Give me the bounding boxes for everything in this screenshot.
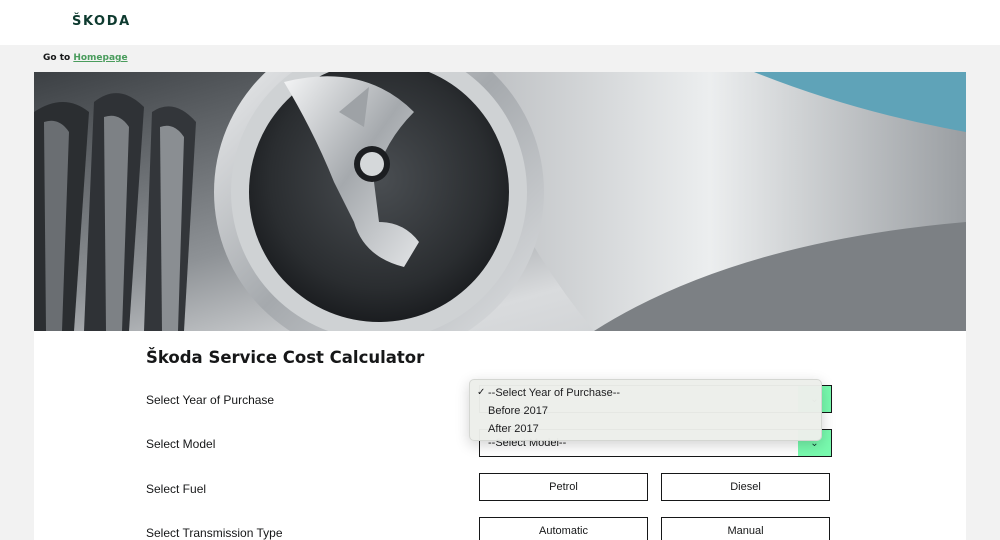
fuel-diesel-button[interactable]: Diesel (661, 473, 830, 501)
year-option-placeholder[interactable]: ✓ --Select Year of Purchase-- (470, 384, 821, 402)
homepage-link[interactable]: Homepage (73, 53, 127, 63)
year-option-label: After 2017 (488, 423, 539, 435)
year-label: Select Year of Purchase (146, 393, 275, 407)
breadcrumb-prefix: Go to (43, 53, 74, 63)
transmission-automatic-button[interactable]: Automatic (479, 517, 648, 540)
transmission-manual-button[interactable]: Manual (661, 517, 830, 540)
breadcrumb-bar: Go to Homepage (0, 45, 1000, 72)
year-option-label: --Select Year of Purchase-- (488, 387, 621, 399)
year-option-before-2017[interactable]: Before 2017 (470, 402, 821, 420)
transmission-label: Select Transmission Type (146, 526, 283, 540)
year-dropdown-menu: ✓ --Select Year of Purchase-- Before 201… (469, 379, 822, 441)
model-label: Select Model (146, 437, 216, 451)
skoda-logo[interactable]: ŠKODA (72, 14, 131, 29)
hero-image (34, 72, 966, 331)
page-title: Škoda Service Cost Calculator (146, 348, 425, 367)
fuel-petrol-button[interactable]: Petrol (479, 473, 648, 501)
year-option-after-2017[interactable]: After 2017 (470, 420, 821, 438)
top-header: ŠKODA (0, 0, 1000, 45)
hero-badge-illustration (34, 72, 966, 331)
checkmark-icon: ✓ (477, 387, 486, 398)
breadcrumb: Go to Homepage (43, 53, 128, 63)
fuel-label: Select Fuel (146, 482, 207, 496)
year-option-label: Before 2017 (488, 405, 548, 417)
